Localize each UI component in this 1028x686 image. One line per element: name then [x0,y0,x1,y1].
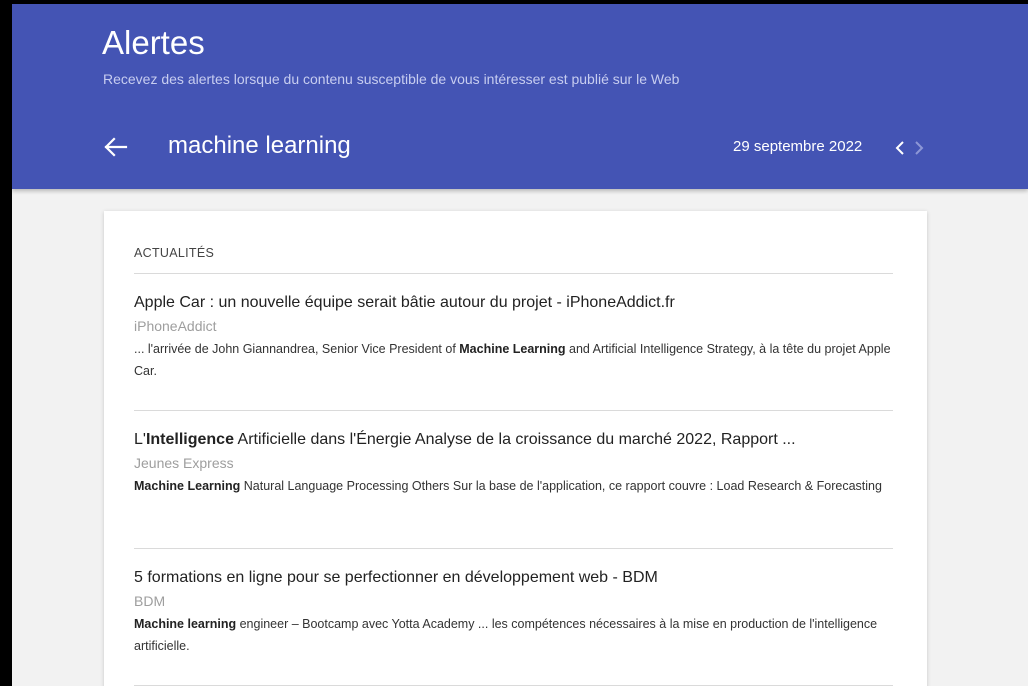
title-keyword: Intelligence [145,431,234,448]
page-title: Alertes [102,24,205,61]
article-title-link[interactable]: L'Intelligence Artificielle dans l'Énerg… [134,430,894,450]
snippet-text: ... l'arrivée de John Giannandrea, Senio… [134,342,460,356]
divider [134,548,893,549]
title-text: Artificielle dans l'Énergie Analyse de l… [233,431,796,448]
alert-query: machine learning [168,132,351,159]
snippet-text: Natural Language Processing Others Sur l… [240,479,882,493]
article-source: BDM [134,593,166,609]
alert-date: 29 septembre 2022 [733,138,863,155]
article-source: Jeunes Express [134,455,234,471]
snippet-keyword: Machine Learning [134,479,241,493]
divider [134,410,893,411]
app-frame: Alertes Recevez des alertes lorsque du c… [12,4,1028,686]
section-label: ACTUALITÉS [134,246,215,260]
article-snippet: ... l'arrivée de John Giannandrea, Senio… [134,338,894,382]
page-subtitle: Recevez des alertes lorsque du contenu s… [103,71,680,87]
article-snippet: Machine Learning Natural Language Proces… [134,475,894,497]
alert-results-card: ACTUALITÉS Apple Car : un nouvelle équip… [104,211,927,686]
article-item: 5 formations en ligne pour se perfection… [134,568,894,657]
article-title-link[interactable]: Apple Car : un nouvelle équipe serait bâ… [134,293,894,313]
snippet-text: engineer – Bootcamp avec Yotta Academy .… [134,617,878,653]
divider [134,273,893,274]
alerts-header: Alertes Recevez des alertes lorsque du c… [12,4,1028,189]
article-title-link[interactable]: 5 formations en ligne pour se perfection… [134,568,894,588]
arrow-left-icon[interactable] [100,134,130,160]
snippet-keyword: Machine learning [134,617,237,631]
chevron-right-icon[interactable] [912,138,926,158]
article-item: L'Intelligence Artificielle dans l'Énerg… [134,430,894,497]
snippet-keyword: Machine Learning [459,342,566,356]
chevron-left-icon[interactable] [893,138,907,158]
article-source: iPhoneAddict [134,318,217,334]
article-snippet: Machine learning engineer – Bootcamp ave… [134,613,894,657]
article-item: Apple Car : un nouvelle équipe serait bâ… [134,293,894,382]
title-text: L' [134,431,146,448]
